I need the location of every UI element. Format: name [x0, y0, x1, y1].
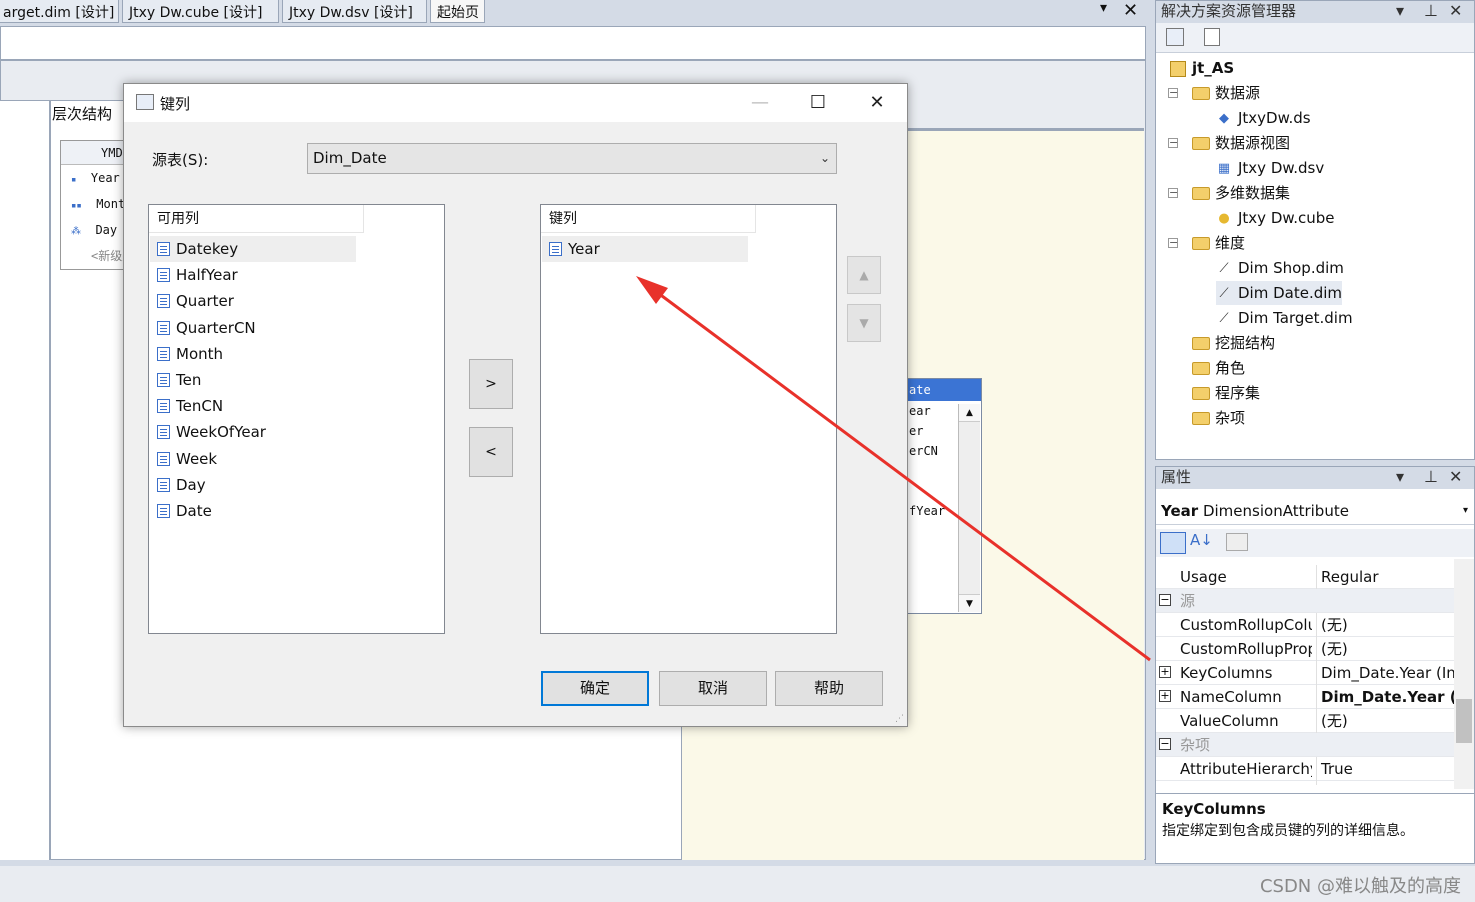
arrow-shaft	[649, 285, 1151, 662]
annotation-arrow	[636, 276, 1151, 662]
arrow-head	[636, 276, 668, 304]
